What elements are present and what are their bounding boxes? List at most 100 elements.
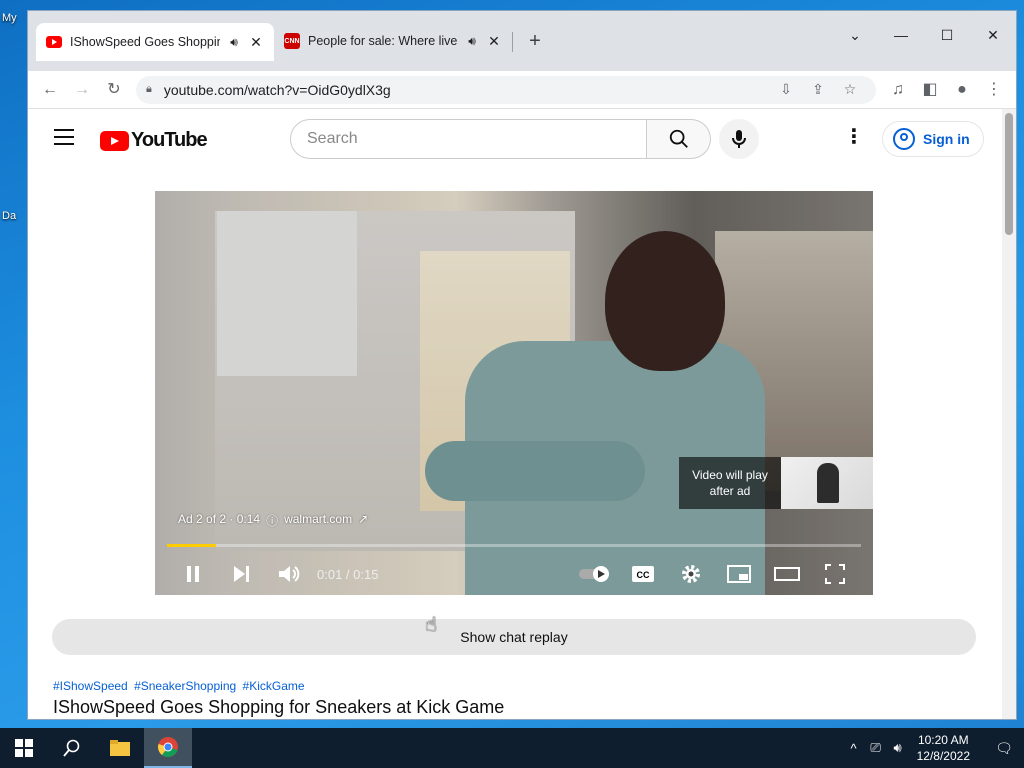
youtube-page: YouTube ⋮ Sign in (28, 109, 1004, 719)
hashtag-list: #IShowSpeed #SneakerShopping #KickGame (53, 679, 308, 693)
miniplayer-button[interactable] (715, 553, 763, 595)
pause-icon (187, 566, 199, 582)
browser-window: IShowSpeed Goes Shopping 🔊︎ ✕ CNN People… (27, 10, 1017, 720)
back-button[interactable]: ← (34, 76, 66, 104)
progress-bar[interactable] (167, 544, 861, 547)
media-controls-icon[interactable]: ♫ (882, 76, 914, 104)
svg-text:CC: CC (637, 570, 650, 580)
tab-title: People for sale: Where lives a (308, 34, 458, 48)
theater-mode-button[interactable] (763, 553, 811, 595)
up-next-preview[interactable]: Video will play after ad (679, 457, 873, 509)
voice-search-button[interactable] (719, 119, 759, 159)
microphone-icon (732, 130, 746, 148)
hand-cursor-icon: ☝ (425, 614, 438, 636)
up-next-text: Video will play after ad (679, 457, 781, 509)
chrome-taskbar-button[interactable] (144, 728, 192, 768)
network-icon[interactable]: ⎚ (865, 740, 887, 756)
video-player[interactable]: Ad 2 of 2 · 0:14 ⓘ walmart.com ↗ Video w… (155, 191, 873, 595)
autoplay-icon (579, 566, 609, 582)
search-icon (669, 129, 688, 148)
pause-button[interactable] (169, 553, 217, 595)
page-scrollbar[interactable] (1002, 109, 1016, 719)
theater-icon (774, 567, 800, 581)
start-button[interactable] (0, 728, 48, 768)
clock[interactable]: 10:20 AM 12/8/2022 (917, 732, 970, 764)
hashtag-link[interactable]: #SneakerShopping (134, 679, 236, 693)
scrollbar-thumb[interactable] (1005, 113, 1013, 235)
profile-avatar-icon[interactable]: ● (946, 76, 978, 104)
settings-button[interactable] (667, 553, 715, 595)
autoplay-toggle[interactable] (571, 553, 619, 595)
close-window-button[interactable]: ✕ (970, 11, 1016, 59)
search-button[interactable] (48, 728, 96, 768)
fullscreen-icon (825, 564, 845, 584)
tab-youtube[interactable]: IShowSpeed Goes Shopping 🔊︎ ✕ (36, 23, 274, 61)
time-display: 0:01 / 0:15 (317, 566, 379, 582)
tab-search-icon[interactable]: ⌄ (832, 11, 878, 59)
address-bar[interactable]: 🔒︎ youtube.com/watch?v=OidG0ydlX3g ⇩ ⇪ ☆ (136, 75, 876, 104)
account-icon (893, 128, 915, 150)
close-tab-icon[interactable]: ✕ (486, 33, 502, 50)
progress-fill (167, 544, 216, 547)
settings-more-icon[interactable]: ⋮ (844, 127, 864, 151)
gear-icon (682, 565, 700, 583)
browser-menu-icon[interactable]: ⋮ (978, 76, 1010, 104)
ad-counter: Ad 2 of 2 · 0:14 (178, 512, 261, 526)
folder-icon (110, 740, 130, 756)
captions-icon: CC (632, 566, 654, 582)
system-tray: ^ ⎚ 🔊︎ 10:20 AM 12/8/2022 🗨︎ (843, 728, 1024, 768)
miniplayer-icon (727, 565, 751, 583)
share-icon[interactable]: ⇪ (802, 81, 834, 98)
file-explorer-button[interactable] (96, 728, 144, 768)
side-panel-icon[interactable]: ◧ (914, 76, 946, 104)
bookmark-star-icon[interactable]: ☆ (834, 81, 866, 98)
clock-time: 10:20 AM (917, 733, 969, 747)
close-tab-icon[interactable]: ✕ (248, 34, 264, 51)
chrome-icon (158, 737, 178, 757)
search-input[interactable] (290, 119, 648, 159)
info-icon[interactable]: ⓘ (266, 512, 278, 529)
search-box (290, 119, 711, 159)
sign-in-label: Sign in (923, 131, 970, 147)
video-title: IShowSpeed Goes Shopping for Sneakers at… (53, 697, 505, 717)
maximize-button[interactable]: ☐ (924, 11, 970, 59)
window-controls: ⌄ — ☐ ✕ (832, 11, 1016, 59)
tab-cnn[interactable]: CNN People for sale: Where lives a 🔊︎ ✕ (274, 23, 512, 59)
cnn-favicon-icon: CNN (284, 33, 300, 49)
address-text[interactable]: youtube.com/watch?v=OidG0ydlX3g (164, 82, 770, 98)
hashtag-link[interactable]: #KickGame (243, 679, 305, 693)
show-chat-replay-button[interactable]: Show chat replay (52, 619, 976, 655)
volume-icon[interactable]: 🔊︎ (887, 740, 909, 756)
sign-in-button[interactable]: Sign in (882, 121, 984, 157)
search-button[interactable] (647, 119, 711, 159)
video-overlay (155, 191, 873, 595)
minimize-button[interactable]: — (878, 11, 924, 59)
ad-info: Ad 2 of 2 · 0:14 ⓘ walmart.com ↗ (178, 512, 368, 529)
forward-button[interactable]: → (66, 76, 98, 104)
speaker-icon[interactable]: 🔊︎ (226, 35, 242, 50)
ad-advertiser-link[interactable]: walmart.com (284, 512, 352, 529)
youtube-favicon-icon (46, 36, 62, 48)
speaker-icon[interactable]: 🔊︎ (464, 34, 480, 49)
lock-icon[interactable]: 🔒︎ (146, 83, 152, 96)
mute-button[interactable] (265, 553, 313, 595)
chevron-up-icon[interactable]: ^ (843, 741, 865, 756)
youtube-logo[interactable]: YouTube (100, 129, 208, 152)
external-link-icon: ↗ (358, 512, 369, 526)
fullscreen-button[interactable] (811, 553, 859, 595)
search-icon (63, 739, 80, 757)
desktop-icon-label[interactable]: My (2, 12, 17, 24)
up-next-thumbnail (781, 457, 873, 509)
tab-divider (512, 32, 513, 52)
guide-menu-icon[interactable] (54, 129, 74, 150)
new-tab-button[interactable]: + (521, 27, 549, 55)
captions-button[interactable]: CC (619, 553, 667, 595)
hashtag-link[interactable]: #IShowSpeed (53, 679, 128, 693)
install-app-icon[interactable]: ⇩ (770, 81, 802, 98)
youtube-wordmark: YouTube (131, 129, 208, 151)
reload-button[interactable]: ↻ (98, 76, 130, 104)
desktop-icon-label[interactable]: Da (2, 210, 16, 222)
skip-next-icon (234, 566, 249, 582)
next-button[interactable] (217, 553, 265, 595)
notification-icon[interactable]: 🗨︎ (984, 740, 1024, 757)
